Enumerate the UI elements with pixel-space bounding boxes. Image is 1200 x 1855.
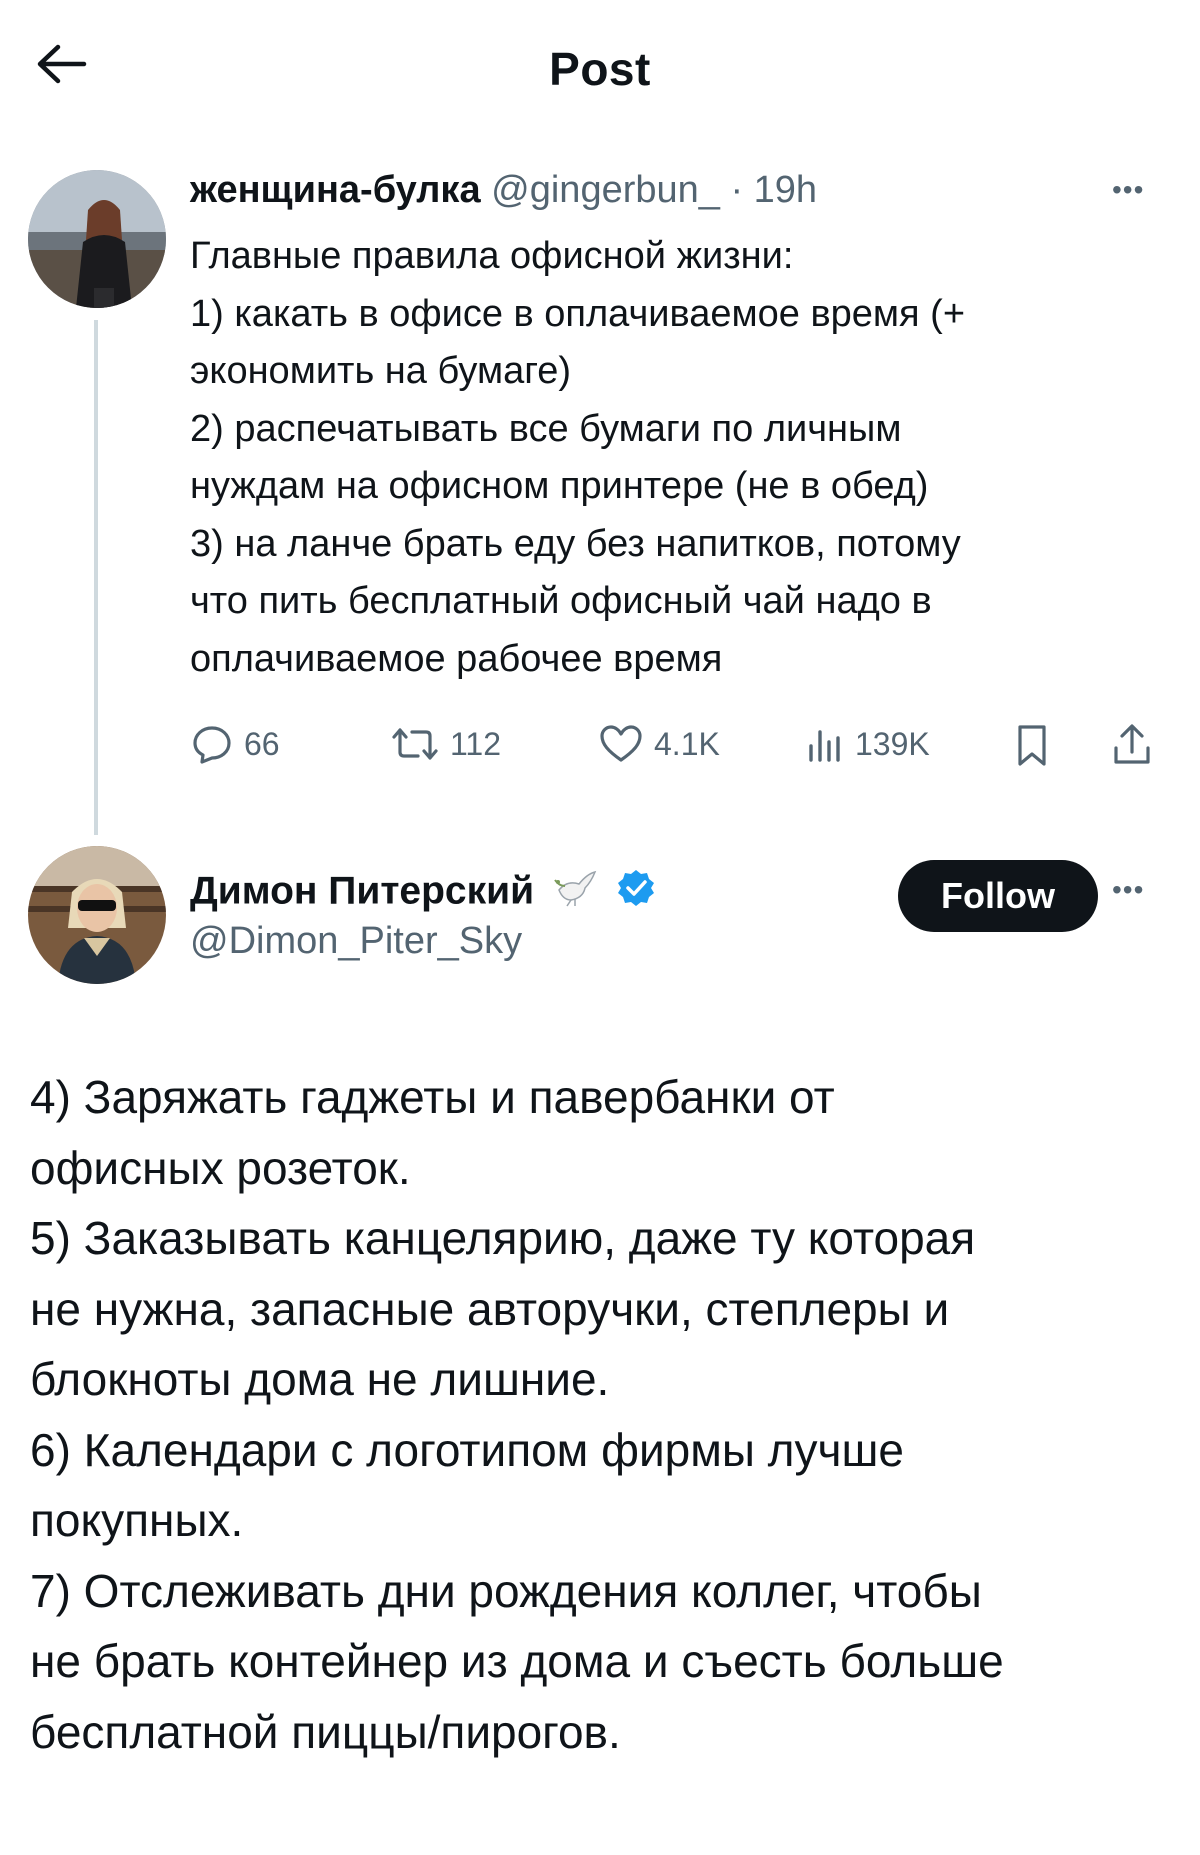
verified-badge-icon <box>616 868 656 918</box>
reply-tweet-line: не брать контейнер из дома и съесть боль… <box>30 1635 1004 1687</box>
reply-button[interactable]: 66 <box>190 722 280 766</box>
reply-tweet-line: 5) Заказывать канцелярию, даже ту котора… <box>30 1212 976 1264</box>
reply-tweet-text: 4) Заряжать гаджеты и павербанки от офис… <box>30 1062 1170 1767</box>
parent-author-handle-time[interactable]: @gingerbun_ · 19h <box>491 169 817 211</box>
reply-author-line: Димон Питерский <box>190 866 656 920</box>
reply-tweet-line: не нужна, запасные авторучки, степлеры и <box>30 1282 950 1335</box>
parent-tweet-line: 1) какать в офисе в оплачиваемое время (… <box>190 292 966 335</box>
parent-tweet-line: оплачиваемое рабочее время <box>190 637 723 680</box>
reply-tweet-line: 6) Календари с логотипом фирмы лучше <box>30 1423 904 1476</box>
parent-tweet-line: нуждам на офисном принтере (не в обед) <box>190 465 929 507</box>
reply-author-name[interactable]: Димон Питерский <box>190 869 534 912</box>
parent-tweet-line: экономить на бумаге) <box>190 350 572 392</box>
page-title: Post <box>549 43 651 95</box>
avatar-dimon[interactable] <box>28 846 166 984</box>
repost-button[interactable]: 112 <box>390 722 501 766</box>
reply-count: 66 <box>244 725 280 762</box>
reply-author-handle[interactable]: @Dimon_Piter_Sky <box>190 920 522 963</box>
bookmark-icon[interactable] <box>1012 722 1062 768</box>
more-icon[interactable]: ••• <box>1112 874 1144 906</box>
parent-tweet-line: 3) на ланче брать еду без напитков, пото… <box>190 522 961 565</box>
reply-tweet-line: бесплатной пиццы/пирогов. <box>30 1705 621 1758</box>
parent-tweet-line: 2) распечатывать все бумаги по личным <box>190 407 902 450</box>
views-count: 139K <box>855 725 930 762</box>
parent-tweet-text: Главные правила офисной жизни: 1) какать… <box>190 228 1150 688</box>
dove-icon <box>553 866 599 920</box>
like-button[interactable]: 4.1K <box>598 722 720 766</box>
views-button[interactable]: 139K <box>805 722 930 766</box>
repost-count: 112 <box>450 725 502 762</box>
parent-tweet-line: Главные правила офисной жизни: <box>190 235 794 277</box>
views-icon <box>809 730 840 762</box>
like-icon <box>600 725 642 762</box>
follow-button[interactable]: Follow <box>898 860 1098 932</box>
reply-tweet-line: 7) Отслеживать дни рождения коллег, чтоб… <box>30 1564 982 1617</box>
parent-author-name[interactable]: женщина-булка <box>190 169 481 211</box>
parent-author-line: женщина-булка @gingerbun_ · 19h <box>190 168 817 212</box>
share-icon[interactable] <box>1110 722 1164 768</box>
repost-icon <box>392 728 438 760</box>
like-count: 4.1K <box>654 725 720 762</box>
reply-tweet-line: 4) Заряжать гаджеты и павербанки от <box>30 1071 835 1123</box>
reply-icon <box>193 726 231 764</box>
avatar-gingerbun[interactable] <box>28 170 166 308</box>
reply-tweet-line: блокноты дома не лишние. <box>30 1353 610 1405</box>
parent-tweet-line: что пить бесплатный офисный чай надо в <box>190 580 932 622</box>
action-bar: 66 112 4.1K 139K <box>0 722 1200 772</box>
reply-tweet-line: покупных. <box>30 1494 244 1546</box>
more-icon[interactable]: ••• <box>1112 174 1144 206</box>
reply-tweet-line: офисных розеток. <box>30 1141 411 1194</box>
